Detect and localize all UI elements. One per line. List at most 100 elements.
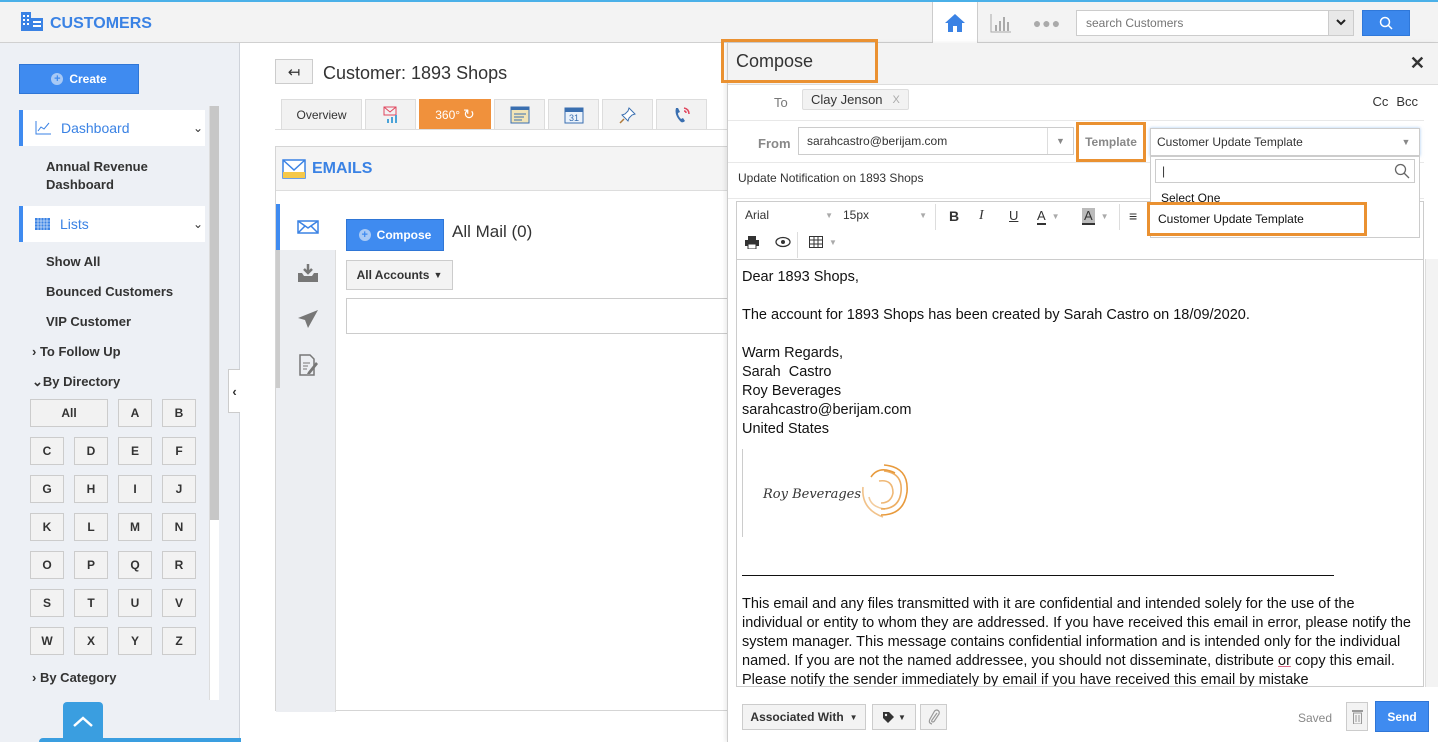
- directory-letter-f[interactable]: F: [162, 437, 196, 465]
- discard-button[interactable]: [1346, 702, 1368, 731]
- tree-by-directory[interactable]: ⌄By Directory: [32, 374, 120, 390]
- text-cursor: |: [1162, 164, 1166, 178]
- directory-letter-n[interactable]: N: [162, 513, 196, 541]
- from-label: From: [758, 136, 791, 151]
- directory-letter-s[interactable]: S: [30, 589, 64, 617]
- font-color-button[interactable]: A ▼: [1037, 208, 1060, 225]
- tab-notes[interactable]: [494, 99, 545, 129]
- back-button[interactable]: ↤: [275, 59, 313, 84]
- sidebar-item-bounced-customers[interactable]: Bounced Customers: [46, 284, 173, 299]
- collapse-sidebar-button[interactable]: ‹: [228, 369, 240, 413]
- directory-letter-e[interactable]: E: [118, 437, 152, 465]
- folder-sent[interactable]: [276, 296, 336, 342]
- search-scope-dropdown[interactable]: [1328, 9, 1354, 36]
- send-button[interactable]: Send: [1375, 701, 1429, 732]
- associated-with-dropdown[interactable]: Associated With ▼: [742, 704, 866, 730]
- editor-scrollbar[interactable]: [1425, 259, 1438, 687]
- body-greeting: Dear 1893 Shops,: [742, 269, 859, 285]
- directory-letter-g[interactable]: G: [30, 475, 64, 503]
- directory-letter-c[interactable]: C: [30, 437, 64, 465]
- tab-email-stats[interactable]: [365, 99, 416, 129]
- caret-down-icon: ▼: [433, 270, 443, 280]
- directory-letter-d[interactable]: D: [74, 437, 108, 465]
- compose-footer: Associated With ▼ ▼ Saved Send: [728, 697, 1438, 742]
- template-select[interactable]: Customer Update Template ▼: [1150, 128, 1420, 156]
- directory-letter-p[interactable]: P: [74, 551, 108, 579]
- table-button[interactable]: ▼: [809, 236, 837, 248]
- tree-by-category[interactable]: › By Category: [32, 670, 117, 685]
- bg-color-button[interactable]: A ▼: [1082, 208, 1109, 225]
- tab-phone[interactable]: [656, 99, 707, 129]
- subject-field[interactable]: Update Notification on 1893 Shops: [738, 171, 923, 185]
- to-label: To: [774, 95, 788, 110]
- sidebar-item-vip-customer[interactable]: VIP Customer: [46, 314, 131, 329]
- directory-letter-k[interactable]: K: [30, 513, 64, 541]
- sidebar-item-annual-revenue-dashboard[interactable]: Annual Revenue Dashboard: [46, 158, 176, 194]
- reports-button[interactable]: [978, 2, 1024, 43]
- tree-to-follow-up[interactable]: › To Follow Up: [32, 344, 121, 359]
- sidebar-section-dashboard[interactable]: Dashboard ⌄: [19, 110, 205, 146]
- directory-letter-t[interactable]: T: [74, 589, 108, 617]
- search-input[interactable]: [1076, 9, 1328, 36]
- attach-button[interactable]: [920, 704, 947, 730]
- font-size-select[interactable]: 15px ▼: [843, 208, 927, 222]
- recipient-chip[interactable]: Clay Jenson X: [802, 89, 909, 110]
- accounts-dropdown[interactable]: All Accounts ▼: [346, 260, 453, 290]
- signature-line: Sarah Castro: [742, 364, 832, 380]
- folder-all-mail[interactable]: [276, 204, 336, 250]
- directory-letter-z[interactable]: Z: [162, 627, 196, 655]
- remove-recipient-icon[interactable]: X: [893, 94, 900, 106]
- app-brand[interactable]: CUSTOMERS: [20, 10, 152, 37]
- template-option-selected[interactable]: Customer Update Template: [1147, 202, 1367, 236]
- scroll-top-button[interactable]: [63, 702, 103, 742]
- italic-button[interactable]: I: [979, 208, 984, 224]
- directory-letter-y[interactable]: Y: [118, 627, 152, 655]
- tag-dropdown[interactable]: ▼: [872, 704, 916, 730]
- tab-360[interactable]: 360° ↻: [419, 99, 491, 129]
- directory-letter-v[interactable]: V: [162, 589, 196, 617]
- tab-overview[interactable]: Overview: [281, 99, 362, 129]
- tab-calendar[interactable]: 31: [548, 99, 599, 129]
- email-body-editor[interactable]: Dear 1893 Shops, The account for 1893 Sh…: [736, 259, 1424, 687]
- bold-button[interactable]: B: [949, 208, 959, 224]
- directory-letter-o[interactable]: O: [30, 551, 64, 579]
- from-select[interactable]: sarahcastro@berijam.com ▼: [798, 127, 1074, 155]
- search-button[interactable]: [1362, 9, 1410, 36]
- tab-pin[interactable]: [602, 99, 653, 129]
- underline-button[interactable]: U: [1009, 208, 1018, 223]
- more-button[interactable]: ●●●: [1024, 2, 1070, 43]
- print-button[interactable]: [745, 236, 759, 249]
- folder-inbox[interactable]: [276, 250, 336, 296]
- directory-letter-w[interactable]: W: [30, 627, 64, 655]
- directory-letter-h[interactable]: H: [74, 475, 108, 503]
- mail-folder-nav: [276, 204, 336, 712]
- directory-letter-j[interactable]: J: [162, 475, 196, 503]
- compose-button[interactable]: + Compose: [346, 219, 444, 251]
- directory-letter-m[interactable]: M: [118, 513, 152, 541]
- directory-letter-x[interactable]: X: [74, 627, 108, 655]
- directory-letter-u[interactable]: U: [118, 589, 152, 617]
- directory-letter-q[interactable]: Q: [118, 551, 152, 579]
- font-family-select[interactable]: Arial ▼: [745, 208, 833, 222]
- directory-letter-l[interactable]: L: [74, 513, 108, 541]
- directory-letter-all[interactable]: All: [30, 399, 108, 427]
- directory-letter-a[interactable]: A: [118, 399, 152, 427]
- template-search-input[interactable]: |: [1155, 159, 1415, 183]
- preview-button[interactable]: [775, 236, 791, 248]
- sidebar-scrollbar[interactable]: [209, 106, 219, 700]
- sidebar-section-lists[interactable]: Lists ⌄: [19, 206, 205, 242]
- directory-letter-r[interactable]: R: [162, 551, 196, 579]
- directory-letter-i[interactable]: I: [118, 475, 152, 503]
- create-button[interactable]: + Create: [19, 64, 139, 94]
- directory-letter-b[interactable]: B: [162, 399, 196, 427]
- scrollbar-thumb[interactable]: [210, 106, 219, 520]
- bcc-link[interactable]: Bcc: [1396, 94, 1418, 109]
- sidebar-item-show-all[interactable]: Show All: [46, 254, 100, 269]
- close-compose-button[interactable]: ✕: [1410, 53, 1425, 74]
- page-title: Customer: 1893 Shops: [323, 63, 508, 83]
- align-button[interactable]: ≡: [1129, 208, 1137, 224]
- home-icon: [945, 13, 965, 32]
- cc-link[interactable]: Cc: [1372, 94, 1388, 109]
- home-button[interactable]: [932, 2, 978, 43]
- folder-drafts[interactable]: [276, 342, 336, 388]
